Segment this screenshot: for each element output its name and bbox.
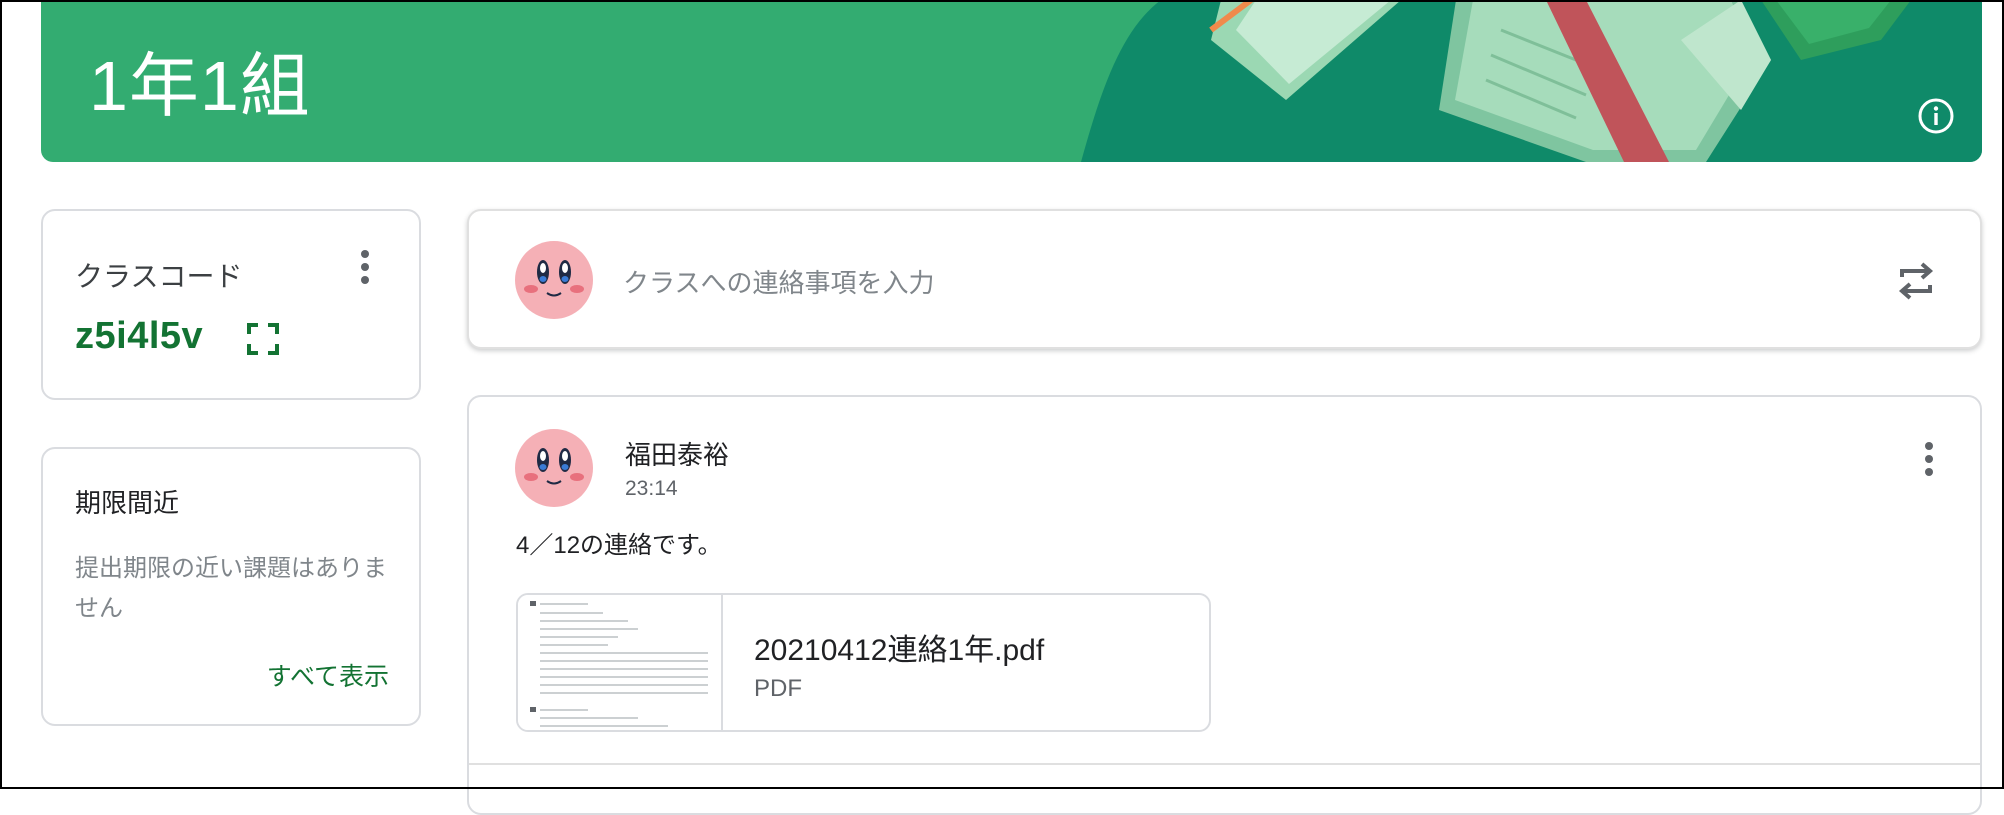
announce-card[interactable]: クラスへの連絡事項を入力 [467,209,1982,349]
document-preview-icon [530,601,708,727]
pdf-thumbnail [518,595,723,730]
class-title: 1年1組 [89,47,311,125]
repost-icon[interactable] [1892,257,1940,305]
post-author: 福田泰裕 [625,440,730,470]
attachment-file-name[interactable]: 20210412連絡1年.pdf [754,625,1044,669]
upcoming-card: 期限間近 提出期限の近い課題はありません すべて表示 [41,447,421,726]
attachment-file-type: PDF [754,675,802,702]
fullscreen-icon[interactable] [245,321,281,357]
announcement-input[interactable]: クラスへの連絡事項を入力 [623,263,1723,299]
avatar-face [524,260,584,297]
class-code-label: クラスコード [75,261,243,292]
class-code-menu-button[interactable] [345,243,385,291]
post-card: 福田泰裕 23:14 4／12の連絡です。 20210412連絡1年.pdf P… [467,395,1982,815]
class-banner: 1年1組 [41,0,1982,162]
view-all-link[interactable]: すべて表示 [267,657,389,693]
class-code-value: z5i4l5v [75,315,204,357]
info-icon [1918,98,1954,134]
attachment-card[interactable]: 20210412連絡1年.pdf PDF [516,593,1211,732]
avatar [515,429,593,507]
upcoming-title: 期限間近 [75,488,180,518]
post-divider [469,763,1980,765]
banner-illustration [1081,0,1982,162]
upcoming-empty-text: 提出期限の近い課題はありません [75,555,387,622]
avatar [515,241,593,319]
post-menu-button[interactable] [1909,435,1949,483]
more-vert-icon [361,250,369,258]
class-info-button[interactable] [1916,96,1956,136]
avatar-face [524,448,584,485]
post-text: 4／12の連絡です。 [516,532,722,559]
class-code-card: クラスコード z5i4l5v [41,209,421,400]
more-vert-icon [1925,442,1933,450]
post-time: 23:14 [625,477,678,500]
